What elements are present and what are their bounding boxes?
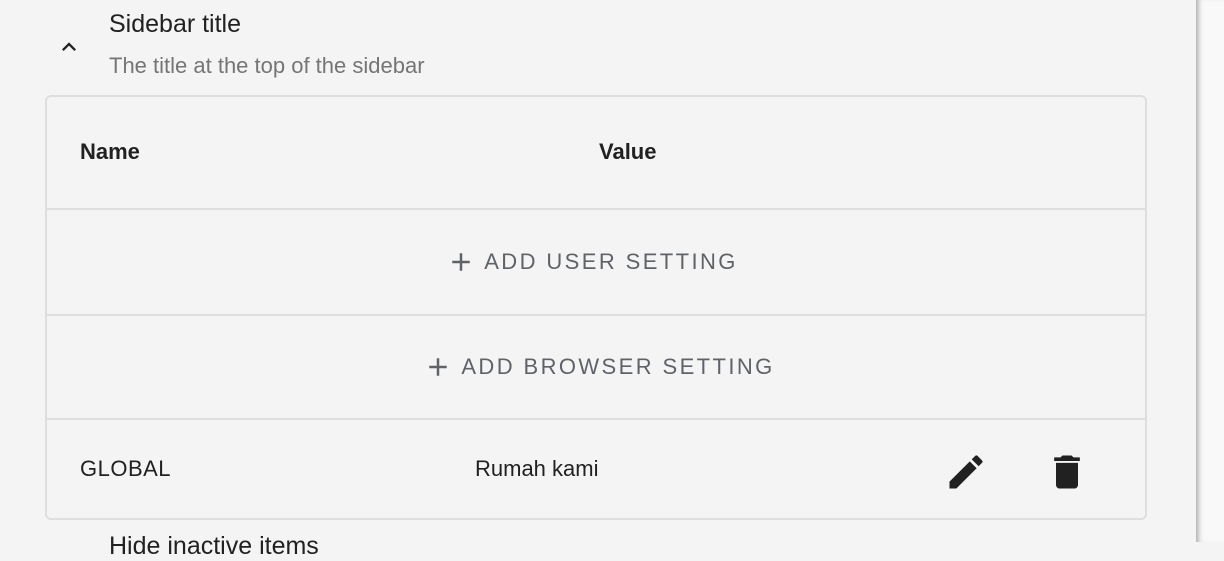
next-section-title: Hide inactive items [109, 532, 319, 560]
add-browser-setting-label: ADD BROWSER SETTING [461, 354, 775, 379]
section-title: Sidebar title [109, 10, 242, 38]
add-browser-setting-row: ADD BROWSER SETTING [47, 316, 1145, 420]
add-user-setting-button[interactable]: ADD USER SETTING [436, 241, 748, 283]
section-subtitle: The title at the top of the sidebar [109, 53, 425, 78]
chevron-up-icon [62, 42, 76, 51]
setting-name-cell: GLOBAL [80, 456, 172, 481]
column-header-value: Value [599, 139, 657, 164]
delete-button[interactable] [1045, 450, 1089, 494]
add-browser-setting-button[interactable]: ADD BROWSER SETTING [413, 346, 784, 388]
collapse-button[interactable] [52, 30, 86, 64]
edit-button[interactable] [944, 450, 988, 494]
plus-icon [452, 253, 470, 271]
column-header-name: Name [80, 139, 140, 164]
table-row: GLOBAL Rumah kami [47, 420, 1145, 518]
setting-value-cell: Rumah kami [475, 456, 599, 481]
add-user-setting-label: ADD USER SETTING [484, 249, 738, 274]
setting-section-header: Sidebar title The title at the top of th… [0, 0, 1196, 90]
add-user-setting-row: ADD USER SETTING [47, 210, 1145, 316]
pencil-icon [949, 455, 983, 489]
table-header: Name Value [47, 97, 1145, 210]
scrollbar-track[interactable] [1196, 0, 1224, 542]
settings-table: Name Value ADD USER SETTING ADD BROWSER … [45, 95, 1147, 520]
trash-icon [1054, 455, 1080, 489]
plus-icon [429, 358, 448, 376]
